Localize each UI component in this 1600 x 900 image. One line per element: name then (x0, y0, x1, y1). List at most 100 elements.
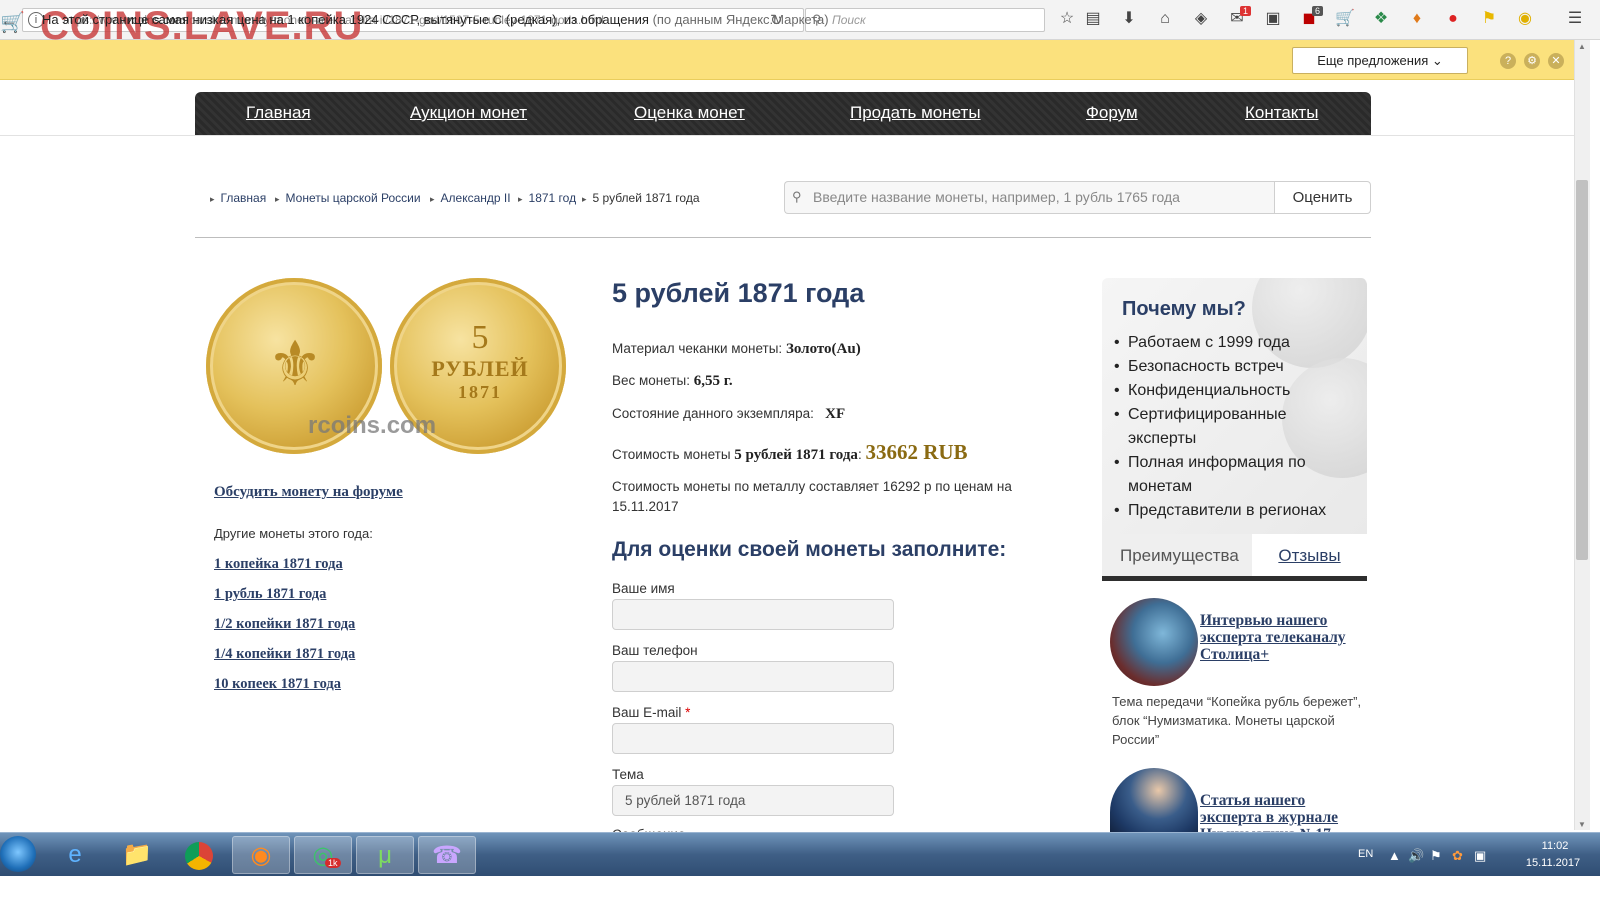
main-navigation (195, 92, 1371, 135)
app-badge: 1k (325, 858, 341, 868)
other-coin-link[interactable]: 1/2 копейки 1871 года (214, 616, 355, 633)
menu-icon[interactable]: ☰ (1564, 8, 1586, 30)
article-link[interactable]: Интервью нашего эксперта телеканалу Стол… (1200, 612, 1360, 663)
shop-addon-icon[interactable]: ♦ (1406, 8, 1428, 30)
utorrent-icon[interactable]: μ (356, 836, 414, 874)
why-item: Сертифицированные эксперты (1114, 403, 1358, 451)
coin-reverse-inscription: 5 РУБЛЕЙ 1871 (420, 320, 540, 403)
email-label-row: Ваш E-mail * (612, 705, 690, 720)
email-field[interactable] (612, 723, 894, 754)
weight-row: Вес монеты: 6,55 г. (612, 373, 733, 390)
home-icon[interactable]: ⌂ (1154, 8, 1176, 30)
chevron-down-icon: ⌄ (1431, 53, 1443, 68)
volume-icon[interactable]: 🔊 (1408, 848, 1424, 864)
breadcrumb-home[interactable]: Главная (210, 191, 267, 205)
price-value: 33662 RUB (865, 440, 968, 464)
tray-expand-icon[interactable]: ▲ (1388, 848, 1401, 863)
chrome-icon[interactable] (170, 836, 228, 874)
coin-word: РУБЛЕЙ (431, 356, 529, 381)
puzzle-addon-icon[interactable]: ❖ (1370, 8, 1392, 30)
network-icon[interactable]: ▣ (1474, 848, 1486, 864)
weight-label: Вес монеты: (612, 373, 690, 388)
phone-label: Ваш телефон (612, 643, 698, 658)
coin-search-input[interactable]: Введите название монеты, например, 1 руб… (784, 181, 1275, 214)
cart-icon: 🛒 (0, 12, 25, 34)
more-offers-dropdown[interactable]: Еще предложения ⌄ (1292, 47, 1468, 74)
reading-list-icon[interactable]: ▤ (1082, 8, 1104, 30)
notifications-badge: 1 (1240, 6, 1252, 16)
settings-icon[interactable]: ⚙ (1524, 53, 1540, 69)
flag-addon-icon[interactable]: ⚑ (1478, 8, 1500, 30)
scroll-up-arrow-icon[interactable]: ▲ (1578, 42, 1586, 51)
coin-year: 1871 (458, 382, 502, 402)
tab-advantages[interactable]: Преимущества (1102, 534, 1252, 578)
nav-appraisal[interactable]: Оценка монет (634, 103, 745, 123)
other-coins-label: Другие монеты этого года: (214, 526, 373, 541)
clock-date[interactable]: 15.11.2017 (1516, 857, 1590, 869)
browser-search-input[interactable]: Поиск (805, 8, 1045, 32)
why-item: Конфиденциальность (1114, 379, 1358, 403)
more-offers-label: Еще предложения (1317, 53, 1429, 68)
e-addon-icon[interactable]: ● (1442, 8, 1464, 30)
topic-field[interactable]: 5 рублей 1871 года (612, 785, 894, 816)
required-mark: * (685, 705, 691, 720)
scroll-down-arrow-icon[interactable]: ▼ (1578, 820, 1586, 829)
file-explorer-icon[interactable]: 📁 (108, 836, 166, 874)
estimate-button[interactable]: Оценить (1274, 181, 1371, 214)
start-button[interactable] (0, 836, 36, 872)
nav-contacts[interactable]: Контакты (1245, 103, 1318, 123)
material-value: Золото(Au) (785, 341, 861, 357)
phone-field[interactable] (612, 661, 894, 692)
lock-addon-icon[interactable]: ▣ (1262, 8, 1284, 30)
why-item: Представители в регионах (1114, 499, 1358, 523)
article-thumbnail[interactable] (1110, 598, 1198, 686)
coin-denomination: 5 (471, 319, 489, 356)
yandex-addon-icon[interactable]: ◉ (1514, 8, 1536, 30)
internet-explorer-icon[interactable]: e (46, 836, 104, 874)
viber-icon[interactable]: ☎ (418, 836, 476, 874)
search-icon: ⚲ (792, 189, 802, 204)
nav-sell[interactable]: Продать монеты (850, 103, 981, 123)
material-label: Материал чеканки монеты: (612, 341, 783, 356)
notification-text: На этой странице самая низкая цена на 1 … (42, 12, 829, 27)
breadcrumb-tsarist[interactable]: Монеты царской России (275, 191, 421, 205)
scrollbar-thumb[interactable] (1576, 180, 1588, 560)
header-divider (0, 135, 1580, 136)
breadcrumb-current: 5 рублей 1871 года (582, 191, 700, 205)
cart-addon-icon[interactable]: 🛒 (1334, 8, 1356, 30)
action-center-flag-icon[interactable]: ⚑ (1430, 848, 1442, 864)
content-divider (195, 237, 1371, 238)
other-coin-link[interactable]: 1/4 копейки 1871 года (214, 646, 355, 663)
breadcrumb-alexander[interactable]: Александр II (430, 191, 511, 205)
pocket-icon[interactable]: ◈ (1190, 8, 1212, 30)
nav-forum[interactable]: Форум (1086, 103, 1138, 123)
name-field[interactable] (612, 599, 894, 630)
clock-time[interactable]: 11:02 (1530, 840, 1580, 852)
close-icon[interactable]: ✕ (1548, 53, 1564, 69)
bookmark-star-icon[interactable]: ☆ (1056, 8, 1078, 30)
why-item: Работаем с 1999 года (1114, 331, 1358, 355)
nav-home[interactable]: Главная (246, 103, 311, 123)
tray-app-icon[interactable]: ✿ (1452, 848, 1463, 864)
downloads-icon[interactable]: ⬇ (1118, 8, 1140, 30)
firefox-icon[interactable]: ◉ (232, 836, 290, 874)
breadcrumb-year[interactable]: 1871 год (518, 191, 577, 205)
download-manager-icon[interactable]: ◎ (294, 836, 352, 874)
help-icon[interactable]: ? (1500, 53, 1516, 69)
notification-message: На этой странице самая низкая цена на 1 … (42, 12, 649, 27)
nav-auction[interactable]: Аукцион монет (410, 103, 527, 123)
other-coin-link[interactable]: 10 копеек 1871 года (214, 676, 341, 693)
tab-reviews[interactable]: Отзывы (1252, 534, 1367, 578)
screen-bottom-margin (0, 876, 1600, 900)
other-coin-link[interactable]: 1 рубль 1871 года (214, 586, 326, 603)
language-indicator[interactable]: EN (1358, 848, 1373, 860)
article-link[interactable]: Статья нашего эксперта в журнале Нумизма… (1200, 792, 1360, 834)
price-coin-name: 5 рублей 1871 года (734, 447, 858, 463)
forum-discuss-link[interactable]: Обсудить монету на форуме (214, 484, 403, 501)
article-thumbnail[interactable] (1110, 768, 1198, 832)
name-label: Ваше имя (612, 581, 675, 596)
notification-source: (по данным Яндекс.Маркета) (652, 12, 829, 27)
addon-badge: 6 (1312, 6, 1324, 16)
other-coin-link[interactable]: 1 копейка 1871 года (214, 556, 343, 573)
page-title: 5 рублей 1871 года (612, 278, 865, 308)
